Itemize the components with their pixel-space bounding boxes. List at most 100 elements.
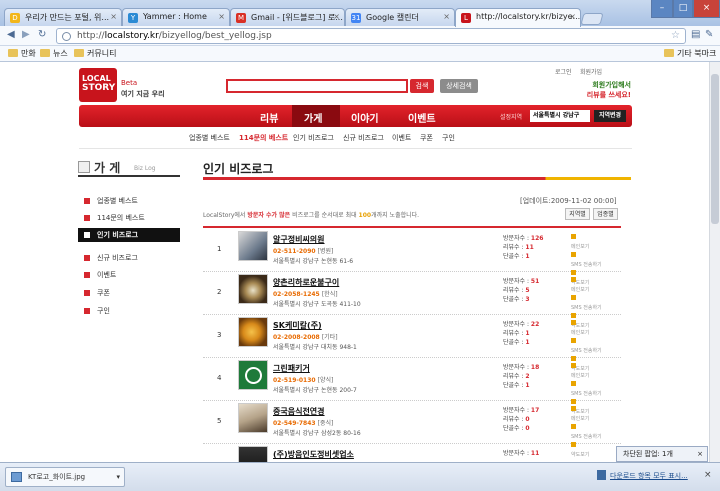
site-logo[interactable]: LOCAL STORY [79, 68, 117, 102]
subnav-jobs[interactable]: 구인 [442, 133, 455, 143]
tab-daum[interactable]: D 우리가 만드는 포털, 위... × [4, 8, 122, 26]
arrow-icon [84, 272, 90, 278]
filter-business-button[interactable]: 업종별 [593, 208, 618, 220]
address: 서울특별시 강남구 논현동 61-6 [273, 258, 354, 265]
sidebar-item-event[interactable]: 이벤트 [78, 268, 180, 282]
sidebar-item-popular-bizlog[interactable]: 인기 비즈로그 [78, 228, 180, 242]
globe-icon [62, 32, 71, 41]
sms-link[interactable]: SMS 전송하기 [571, 424, 602, 442]
page-title: 인기 비즈로그 [203, 162, 274, 176]
sidebar-item-jobs[interactable]: 구인 [78, 304, 180, 318]
bookmark-folder[interactable]: 뉴스 [40, 48, 68, 59]
other-bookmarks[interactable]: 기타 북마크 [664, 48, 716, 59]
thumbnail-image[interactable] [238, 317, 268, 347]
reload-icon[interactable]: ↻ [38, 29, 46, 40]
subnav-event[interactable]: 이벤트 [392, 133, 411, 143]
main-view-link[interactable]: 메인보기 [571, 363, 602, 381]
close-icon[interactable]: × [697, 447, 703, 461]
close-icon[interactable]: × [443, 12, 450, 21]
subnav-category-best[interactable]: 업종별 베스트 [189, 133, 230, 143]
nav-event[interactable]: 이벤트 [408, 110, 436, 125]
download-item[interactable]: KT로고_화이트.jpg ▾ [5, 467, 125, 487]
arrow-icon [84, 215, 90, 221]
rank: 1 [217, 245, 222, 253]
tab-localstory[interactable]: L http://localstory.kr/bizye... × [455, 8, 581, 27]
nav-story[interactable]: 이야기 [351, 110, 379, 125]
subnav-coupon[interactable]: 쿠폰 [420, 133, 433, 143]
page-menu-icon[interactable]: ▤ [691, 29, 700, 40]
address: 서울특별시 강남구 도곡동 411-10 [273, 301, 361, 308]
search-button[interactable]: 검색 [410, 79, 434, 93]
sms-link[interactable]: SMS 전송하기 [571, 338, 602, 356]
nav-store[interactable]: 가게 [304, 110, 322, 125]
main-view-link[interactable]: 메인보기 [571, 406, 602, 424]
detail-search-button[interactable]: 상세검색 [440, 79, 478, 93]
business-name-link[interactable]: (주)방음인도정비셋업소 [273, 449, 354, 460]
thumbnail-image[interactable] [238, 403, 268, 433]
bookmark-folder[interactable]: 만화 [8, 48, 36, 59]
close-icon[interactable]: × [569, 12, 576, 21]
sms-link[interactable]: SMS 전송하기 [571, 252, 602, 270]
maximize-icon[interactable]: □ [673, 0, 693, 18]
main-view-link[interactable]: 메인보기 [571, 320, 602, 338]
thumbnail-image[interactable] [238, 446, 268, 462]
forward-icon[interactable]: ▶ [22, 29, 30, 40]
tab-yammer[interactable]: Y Yammer : Home × [122, 8, 230, 26]
thumbnail-image[interactable] [238, 231, 268, 261]
sidebar-item-114-best[interactable]: 114문의 베스트 [78, 211, 180, 225]
sidebar-item-new-bizlog[interactable]: 신규 비즈로그 [78, 251, 180, 265]
thumbnail-image[interactable] [238, 360, 268, 390]
subnav-popular-bizlog[interactable]: 인기 비즈로그 [293, 133, 334, 143]
business-name-link[interactable]: SK케미칼(주) [273, 320, 322, 331]
popup-blocked-notice[interactable]: 차단된 팝업: 1개 × [616, 446, 708, 462]
window-close-icon[interactable]: × [693, 0, 720, 18]
stats: 방문자수 : 51 리뷰수 : 5 단골수 : 3 [503, 278, 540, 303]
tab-calendar[interactable]: 31 Google 캘린더 × [345, 8, 455, 26]
login-link[interactable]: 로그인 [555, 67, 572, 76]
stats: 방문자수 : 126 리뷰수 : 11 단골수 : 1 [503, 235, 544, 260]
sms-link[interactable]: SMS 전송하기 [571, 295, 602, 313]
chevron-down-icon[interactable]: ▾ [116, 468, 120, 486]
back-icon[interactable]: ◀ [7, 29, 15, 40]
join-link[interactable]: 회원가입 [580, 67, 602, 76]
minimize-icon[interactable]: – [651, 0, 673, 18]
thumbnail-image[interactable] [238, 274, 268, 304]
promo-banner[interactable]: 회원가입해서 리뷰를 쓰세요! [533, 80, 631, 104]
close-icon[interactable]: × [218, 12, 225, 21]
business-name-link[interactable]: 중국음식전연경 [273, 406, 325, 417]
scrollbar[interactable] [709, 62, 720, 462]
business-name-link[interactable]: 양촌리하로운불구이 [273, 277, 339, 288]
region-change-button[interactable]: 지역변경 [594, 110, 626, 122]
wrench-icon[interactable]: ✎ [705, 29, 713, 40]
filter-region-button[interactable]: 지역별 [565, 208, 590, 220]
scrollbar-thumb[interactable] [711, 74, 719, 224]
nav-review[interactable]: 리뷰 [260, 110, 278, 125]
search-input[interactable] [226, 79, 408, 93]
sidebar-item-coupon[interactable]: 쿠폰 [78, 286, 180, 300]
arrow-icon [84, 308, 90, 314]
show-all-downloads-link[interactable]: 다운로드 항목 모두 표시... [610, 471, 688, 481]
close-icon[interactable]: × [704, 470, 712, 480]
phone-icon [571, 381, 576, 386]
subnav-new-bizlog[interactable]: 신규 비즈로그 [343, 133, 384, 143]
business-name-link[interactable]: 그린패키거 [273, 363, 310, 374]
download-icon [597, 470, 606, 480]
subnav-114-best[interactable]: 114문의 베스트 [239, 133, 288, 143]
close-icon[interactable]: × [110, 12, 117, 21]
tab-gmail[interactable]: M Gmail - [위드블로그] 로... × [230, 8, 345, 26]
url-host: localstory.kr [104, 31, 159, 41]
business-name-link[interactable]: 알구정비씨의원 [273, 234, 325, 245]
sms-link[interactable]: SMS 전송하기 [571, 381, 602, 399]
address-bar[interactable]: http://localstory.kr/bizyellog/best_yell… [56, 28, 686, 44]
bookmark-star-icon[interactable]: ☆ [671, 30, 680, 41]
folder-icon [74, 49, 84, 57]
url-path: /bizyellog/best_yellog.jsp [158, 31, 272, 41]
arrow-icon [84, 198, 90, 204]
sidebar-item-category-best[interactable]: 업종별 베스트 [78, 194, 180, 208]
new-tab-button[interactable] [580, 13, 604, 25]
bookmark-folder[interactable]: 커뮤니티 [74, 48, 116, 59]
main-view-link[interactable]: 메인보기 [571, 234, 602, 252]
rank: 4 [217, 374, 222, 382]
main-view-link[interactable]: 메인보기 [571, 277, 602, 295]
close-icon[interactable]: × [333, 12, 340, 21]
